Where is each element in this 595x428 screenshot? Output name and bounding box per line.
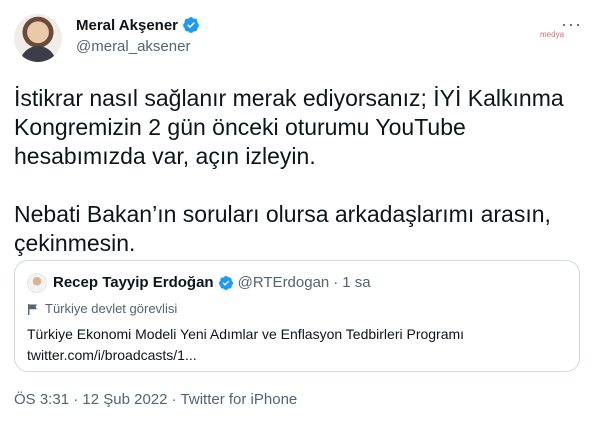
tweet-date[interactable]: 12 Şub 2022 [82,391,167,408]
quoted-author-name: Recep Tayyip Erdoğan [53,274,214,291]
quoted-timestamp: 1 sa [342,274,371,291]
author-handle[interactable]: @meral_aksener [76,38,190,55]
government-flag-icon [28,303,37,315]
quoted-text-line: Türkiye Ekonomi Modeli Yeni Adımlar ve E… [27,326,465,342]
meta-separator: · [171,391,177,408]
more-options-icon[interactable]: ··· [561,15,582,33]
tweet-text: İstikrar nasıl sağlanır merak ediyorsanı… [14,85,564,256]
quoted-separator: · [333,274,339,291]
verified-badge-icon [218,275,233,290]
quoted-link[interactable]: twitter.com/i/broadcasts/1... [27,345,464,366]
government-label: Türkiye devlet görevlisi [27,301,177,316]
quoted-header: Recep Tayyip Erdoğan @RTErdogan · 1 sa [53,274,371,291]
quoted-author-handle: @RTErdogan [237,274,330,291]
author-avatar[interactable] [14,14,62,62]
verified-badge-icon [183,17,199,33]
author-display-name[interactable]: Meral Akşener [76,17,178,34]
author-name-row[interactable]: Meral Akşener [76,16,200,34]
tweet-source: Twitter for iPhone [180,391,298,408]
tweet-meta: ÖS 3:31 · 12 Şub 2022 · Twitter for iPho… [14,391,297,408]
quoted-tweet-card[interactable]: Recep Tayyip Erdoğan @RTErdogan · 1 sa T… [14,260,580,372]
watermark-logo: medya [540,30,565,39]
meta-separator: · [73,391,79,408]
tweet: Meral Akşener @meral_aksener ··· medya İ… [0,0,595,428]
government-label-text: Türkiye devlet görevlisi [45,301,178,316]
tweet-time[interactable]: ÖS 3:31 [14,391,69,408]
quoted-tweet-text: Türkiye Ekonomi Modeli Yeni Adımlar ve E… [27,324,464,366]
quoted-author-avatar [27,273,47,293]
